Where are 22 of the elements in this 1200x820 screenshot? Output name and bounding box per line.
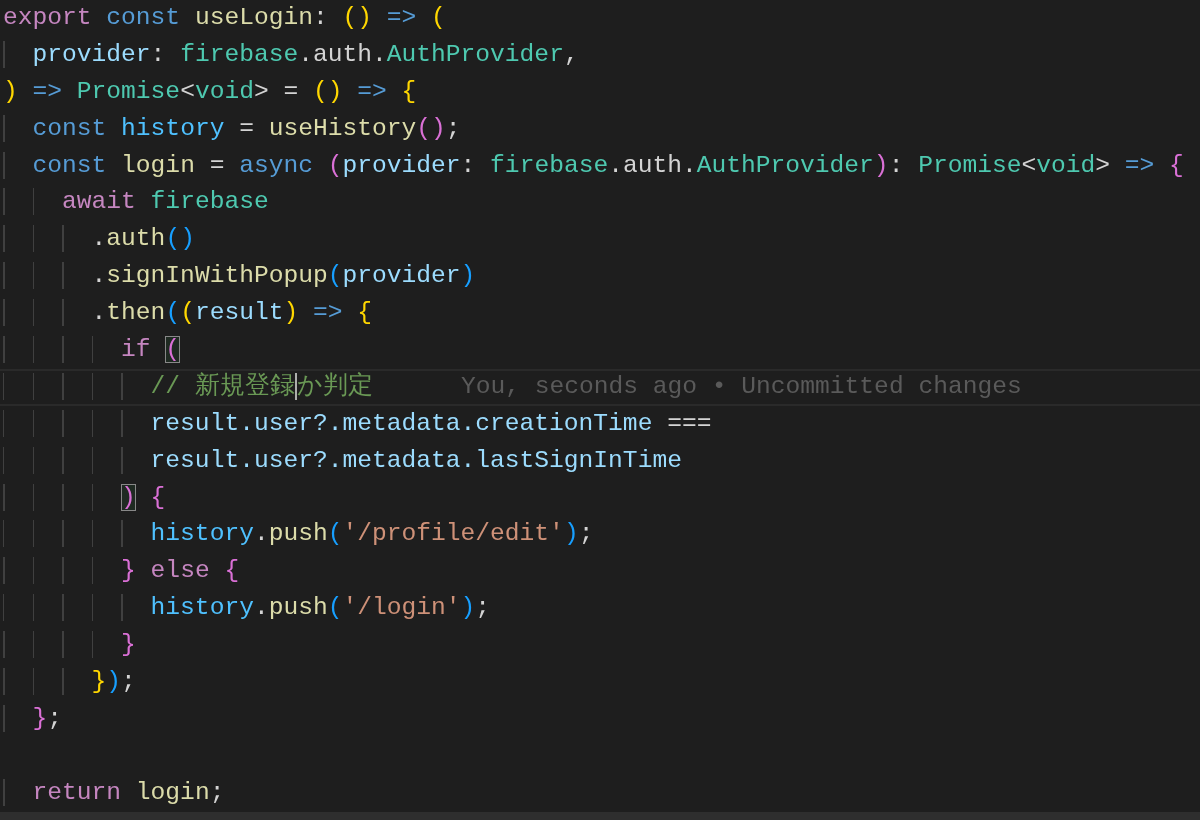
blame-annotation: You, seconds ago • Uncommitted changes [460,372,1022,400]
code-line: history.push('/login'); [0,590,1200,628]
code-line: const history = useHistory(); [0,110,1200,148]
code-line: return login; [0,774,1200,812]
code-line: .signInWithPopup(provider) [0,258,1200,296]
code-line: .then((result) => { [0,295,1200,332]
code-line: result.user?.metadata.lastSignInTime [0,442,1200,480]
code-line: ) { [0,479,1200,517]
code-line: } else { [0,553,1200,591]
code-line: .auth() [0,221,1200,259]
code-line: result.user?.metadata.creationTime === [0,405,1200,443]
code-line: } [0,627,1200,665]
code-line: if ( [0,332,1200,369]
code-line: export const useLogin: () => ( [2,3,447,33]
code-line: ) => Promise<void> = () => { [2,76,418,107]
code-line: history.push('/profile/edit'); [0,516,1200,554]
code-line: await firebase [0,184,1200,222]
code-line: provider: firebase.auth.AuthProvider, [0,36,1200,74]
code-line: // 新規登録か判定 You, seconds ago • Uncommitted changes [0,368,1200,406]
code-line: const login = async (provider: firebase.auth.AuthProvider): Promise<void> => { [0,147,1200,185]
code-line: }); [0,664,1200,701]
code-line: }; [0,700,1200,738]
